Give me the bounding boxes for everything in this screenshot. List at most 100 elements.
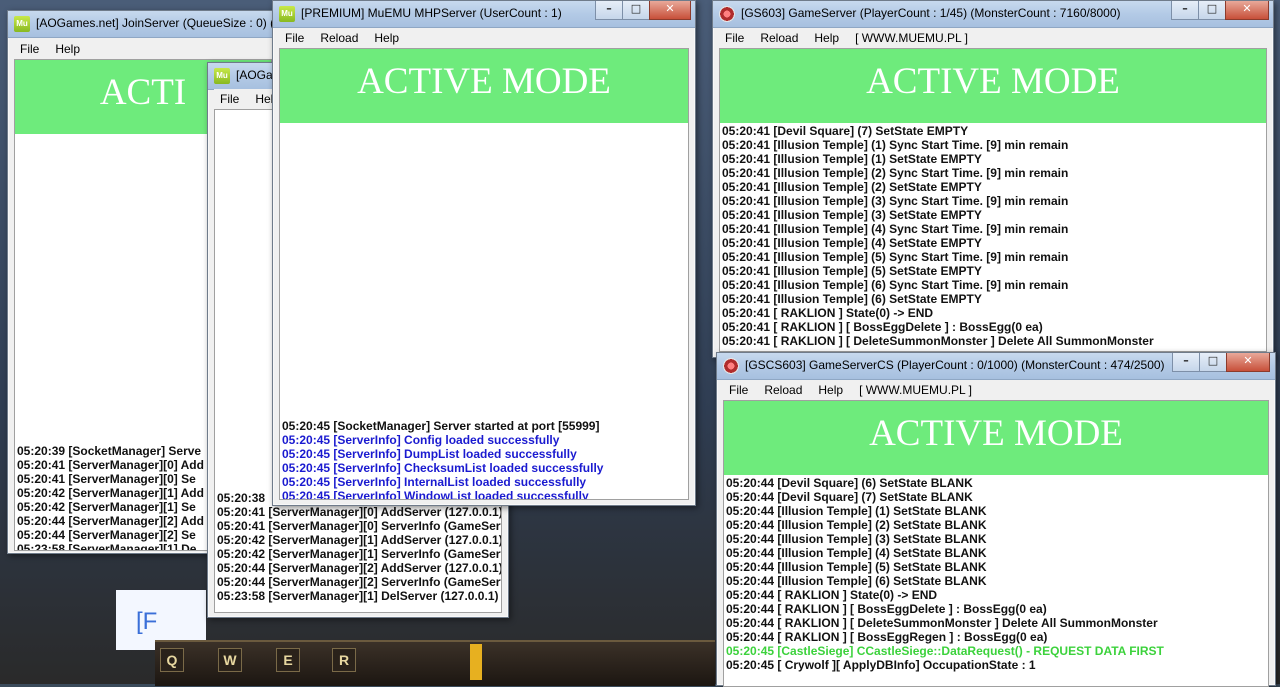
maximize-button[interactable]: □ bbox=[622, 1, 650, 20]
menu-file[interactable]: File bbox=[285, 31, 304, 45]
active-mode-banner: ACTIVE MODE bbox=[280, 49, 688, 123]
log-line: 05:20:45 [ServerInfo] WindowList loaded … bbox=[282, 489, 589, 500]
maximize-button[interactable]: □ bbox=[1198, 1, 1226, 20]
log-line: 05:20:41 [Illusion Temple] (5) SetState … bbox=[722, 264, 982, 278]
log-area: ACTIVE MODE 05:20:45 [SocketManager] Ser… bbox=[279, 48, 689, 500]
title-bar[interactable]: [GS603] GameServer (PlayerCount : 1/45) … bbox=[713, 1, 1273, 28]
log-lines: 05:20:38 05:20:41 [ServerManager][0] AddS… bbox=[217, 491, 502, 603]
menu-reload[interactable]: Reload bbox=[764, 383, 802, 397]
mu-app-icon: Mu bbox=[279, 6, 295, 22]
log-line: 05:20:42 [ServerManager][1] ServerInfo (… bbox=[217, 547, 501, 561]
minimize-button[interactable]: – bbox=[595, 1, 623, 20]
log-line: 05:20:41 [Illusion Temple] (1) SetState … bbox=[722, 152, 982, 166]
log-line: 05:20:44 [Illusion Temple] (3) SetState … bbox=[726, 532, 987, 546]
log-area: ACTIVE MODE 05:20:44 [Devil Square] (6) … bbox=[723, 400, 1269, 687]
log-line: 05:23:58 [ServerManager][1] DelServer (1… bbox=[217, 589, 499, 603]
game-bar-item bbox=[470, 644, 482, 680]
menu-bar: File Reload Help [ WWW.MUEMU.PL ] bbox=[719, 28, 1267, 47]
log-line: 05:20:45 [SocketManager] Server started … bbox=[282, 419, 600, 433]
menu-bar: File Reload Help [ WWW.MUEMU.PL ] bbox=[723, 380, 1269, 399]
mu-app-icon: Mu bbox=[214, 68, 230, 84]
log-line: 05:20:44 [Illusion Temple] (5) SetState … bbox=[726, 560, 987, 574]
menu-bar: File Help bbox=[14, 39, 272, 58]
menu-help[interactable]: Help bbox=[818, 383, 843, 397]
log-area: ACTIVE MODE 05:20:41 [Devil Square] (7) … bbox=[719, 48, 1267, 352]
menu-help[interactable]: Help bbox=[55, 42, 80, 56]
log-line: 05:20:41 [Illusion Temple] (4) Sync Star… bbox=[722, 222, 1069, 236]
active-mode-text: ACTI bbox=[99, 72, 187, 113]
log-line: 05:20:41 [Illusion Temple] (6) Sync Star… bbox=[722, 278, 1069, 292]
window-title: [GS603] GameServer (PlayerCount : 1/45) … bbox=[741, 6, 1121, 20]
mu-app-icon: Mu bbox=[14, 16, 30, 32]
menu-bar: File Reload Help bbox=[279, 28, 689, 47]
menu-reload[interactable]: Reload bbox=[320, 31, 358, 45]
log-lines: 05:20:45 [SocketManager] Server started … bbox=[282, 419, 686, 500]
hotkey-e: E bbox=[276, 648, 300, 672]
menu-website[interactable]: [ WWW.MUEMU.PL ] bbox=[855, 31, 968, 45]
menu-help[interactable]: Help bbox=[374, 31, 399, 45]
log-line: 05:20:45 [ServerInfo] InternalList loade… bbox=[282, 475, 587, 489]
log-line: 05:20:44 [ServerManager][2] AddServer (1… bbox=[217, 561, 502, 575]
hotkey-q: Q bbox=[160, 648, 184, 672]
title-bar[interactable]: Mu [AOGames.net] JoinServer (QueueSize :… bbox=[8, 11, 301, 38]
log-line: 05:20:44 [Devil Square] (6) SetState BLA… bbox=[726, 476, 973, 490]
log-line: 05:20:44 [Devil Square] (7) SetState BLA… bbox=[726, 490, 973, 504]
log-line: 05:20:42 [ServerManager][1] AddServer (1… bbox=[217, 533, 502, 547]
log-line: 05:20:41 [Illusion Temple] (1) Sync Star… bbox=[722, 138, 1069, 152]
menu-file[interactable]: File bbox=[729, 383, 748, 397]
log-line: 05:20:41 [Illusion Temple] (3) SetState … bbox=[722, 208, 982, 222]
log-lines: 05:20:44 [Devil Square] (6) SetState BLA… bbox=[726, 476, 1266, 672]
menu-help[interactable]: Help bbox=[814, 31, 839, 45]
game-server-window[interactable]: [GS603] GameServer (PlayerCount : 1/45) … bbox=[712, 0, 1274, 358]
maximize-button[interactable]: □ bbox=[1199, 353, 1227, 372]
game-server-cs-window[interactable]: [GSCS603] GameServerCS (PlayerCount : 0/… bbox=[716, 352, 1276, 687]
menu-file[interactable]: File bbox=[20, 42, 39, 56]
log-line: 05:20:41 [Illusion Temple] (4) SetState … bbox=[722, 236, 982, 250]
log-line: 05:20:44 [ RAKLION ] [ BossEggDelete ] :… bbox=[726, 602, 1047, 616]
active-mode-text: ACTIVE MODE bbox=[866, 61, 1120, 102]
log-line: 05:20:45 [ServerInfo] ChecksumList loade… bbox=[282, 461, 604, 475]
menu-reload[interactable]: Reload bbox=[760, 31, 798, 45]
window-title: [AOGames.net] JoinServer (QueueSize : 0)… bbox=[36, 16, 301, 30]
log-line: 05:20:41 [Illusion Temple] (2) Sync Star… bbox=[722, 166, 1069, 180]
minimize-button[interactable]: – bbox=[1172, 353, 1200, 372]
close-button[interactable]: ✕ bbox=[649, 1, 691, 20]
log-line: 05:20:41 [ RAKLION ] [ BossEggDelete ] :… bbox=[722, 320, 1043, 334]
menu-website[interactable]: [ WWW.MUEMU.PL ] bbox=[859, 383, 972, 397]
title-bar[interactable]: Mu [PREMIUM] MuEMU MHPServer (UserCount … bbox=[273, 1, 695, 28]
window-title: [PREMIUM] MuEMU MHPServer (UserCount : 1… bbox=[301, 6, 562, 20]
log-line: 05:20:44 [ServerManager][2] ServerInfo (… bbox=[217, 575, 501, 589]
background-link-text: [F bbox=[136, 608, 158, 635]
log-line: 05:20:45 [ServerInfo] DumpList loaded su… bbox=[282, 447, 577, 461]
title-bar[interactable]: [GSCS603] GameServerCS (PlayerCount : 0/… bbox=[717, 353, 1275, 380]
menu-file[interactable]: File bbox=[220, 92, 239, 106]
window-title: [GSCS603] GameServerCS (PlayerCount : 0/… bbox=[745, 358, 1165, 372]
log-line: 05:20:41 [Illusion Temple] (5) Sync Star… bbox=[722, 250, 1069, 264]
log-line: 05:20:44 [ RAKLION ] [ BossEggRegen ] : … bbox=[726, 630, 1048, 644]
gs-app-icon bbox=[719, 6, 735, 22]
log-line: 05:20:45 [ Crywolf ][ ApplyDBInfo] Occup… bbox=[726, 658, 1036, 672]
menu-file[interactable]: File bbox=[725, 31, 744, 45]
active-mode-text: ACTIVE MODE bbox=[357, 61, 611, 102]
log-line: 05:20:44 [ RAKLION ] [ DeleteSummonMonst… bbox=[726, 616, 1158, 630]
log-line: 05:20:44 [Illusion Temple] (2) SetState … bbox=[726, 518, 987, 532]
log-line: 05:20:41 [ RAKLION ] [ DeleteSummonMonst… bbox=[722, 334, 1154, 348]
close-button[interactable]: ✕ bbox=[1225, 1, 1269, 20]
mhp-server-window[interactable]: Mu [PREMIUM] MuEMU MHPServer (UserCount … bbox=[272, 0, 696, 506]
log-line: 05:20:44 [Illusion Temple] (4) SetState … bbox=[726, 546, 987, 560]
minimize-button[interactable]: – bbox=[1171, 1, 1199, 20]
log-line: 05:20:41 [Illusion Temple] (3) Sync Star… bbox=[722, 194, 1069, 208]
log-line: 05:20:44 [ RAKLION ] State(0) -> END bbox=[726, 588, 938, 602]
log-line: 05:20:45 [ServerInfo] Config loaded succ… bbox=[282, 433, 560, 447]
active-mode-banner: ACTIVE MODE bbox=[720, 49, 1266, 123]
log-line: 05:20:44 [Illusion Temple] (6) SetState … bbox=[726, 574, 987, 588]
log-line: 05:20:45 [CastleSiege] CCastleSiege::Dat… bbox=[726, 644, 1164, 658]
log-line: 05:20:41 [Illusion Temple] (2) SetState … bbox=[722, 180, 982, 194]
hotkey-r: R bbox=[332, 648, 356, 672]
log-line: 05:20:41 [Devil Square] (7) SetState EMP… bbox=[722, 124, 969, 138]
hotkey-w: W bbox=[218, 648, 242, 672]
log-line: 05:20:41 [ServerManager][0] AddServer (1… bbox=[217, 505, 502, 519]
gs-app-icon bbox=[723, 358, 739, 374]
close-button[interactable]: ✕ bbox=[1226, 353, 1270, 372]
active-mode-banner: ACTIVE MODE bbox=[724, 401, 1268, 475]
